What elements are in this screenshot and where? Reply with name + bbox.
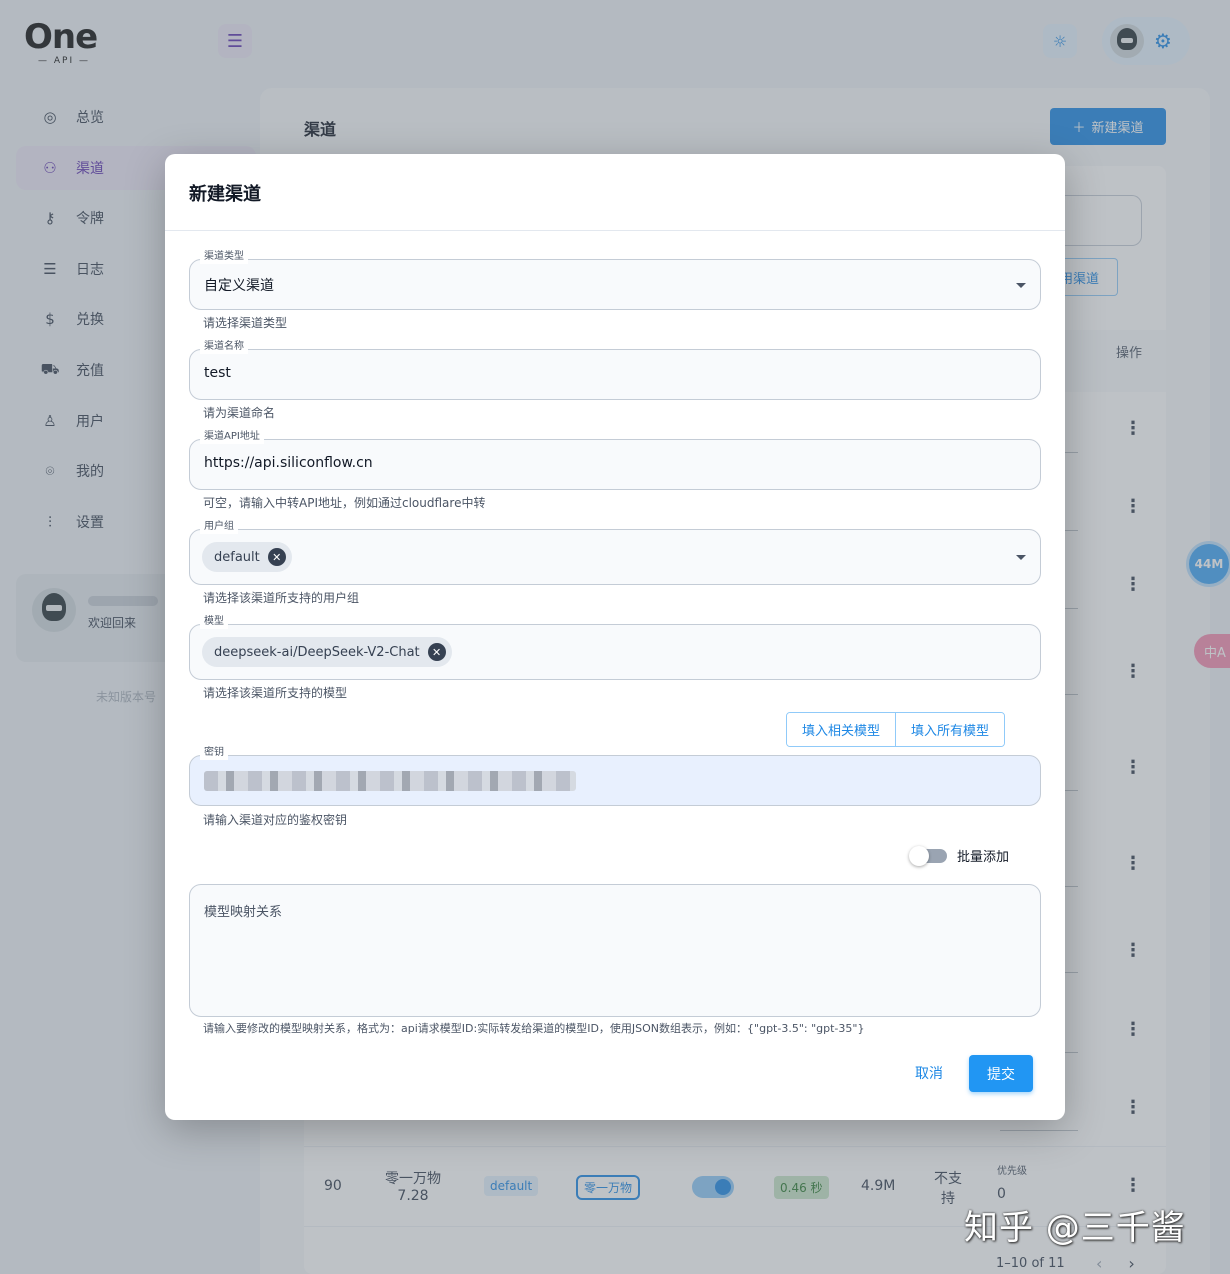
key-field[interactable]: 密钥 [189, 746, 1041, 806]
key-label: 密钥 [200, 746, 228, 760]
models-helper: 请选择该渠道所支持的模型 [203, 686, 348, 700]
api-base-label: 渠道API地址 [200, 430, 264, 444]
submit-button[interactable]: 提交 [969, 1055, 1033, 1092]
cancel-button[interactable]: 取消 [905, 1055, 953, 1091]
user-group-chip: default ✕ [202, 542, 292, 572]
model-chip: deepseek-ai/DeepSeek-V2-Chat ✕ [202, 637, 452, 667]
channel-type-helper: 请选择渠道类型 [203, 316, 288, 330]
model-mapping-textarea[interactable]: 模型映射关系 [189, 884, 1041, 1017]
remove-chip-icon[interactable]: ✕ [427, 643, 446, 661]
model-mapping-placeholder: 模型映射关系 [204, 905, 283, 920]
models-select[interactable]: 模型 deepseek-ai/DeepSeek-V2-Chat ✕ [189, 615, 1041, 680]
key-value-redacted [204, 771, 576, 791]
channel-type-label: 渠道类型 [200, 250, 248, 264]
api-base-field[interactable]: 渠道API地址 https://api.siliconflow.cn [189, 430, 1041, 490]
batch-add-toggle[interactable]: 批量添加 [909, 845, 1010, 866]
api-base-helper: 可空，请输入中转API地址，例如通过cloudflare中转 [203, 496, 486, 510]
channel-type-value: 自定义渠道 [204, 278, 274, 294]
watermark: 知乎 @三千酱 [964, 1208, 1186, 1248]
user-group-helper: 请选择该渠道所支持的用户组 [203, 591, 360, 605]
channel-name-value: test [204, 365, 231, 381]
model-mapping-helper: 请输入要修改的模型映射关系，格式为：api请求模型ID:实际转发给渠道的模型ID… [203, 1022, 865, 1035]
batch-add-label: 批量添加 [957, 850, 1010, 865]
remove-chip-icon[interactable]: ✕ [267, 548, 286, 566]
fill-related-models-button[interactable]: 填入相关模型 [787, 713, 896, 746]
api-base-value: https://api.siliconflow.cn [204, 455, 373, 471]
channel-name-helper: 请为渠道命名 [203, 406, 276, 420]
channel-type-select[interactable]: 渠道类型 自定义渠道 [189, 250, 1041, 310]
key-helper: 请输入渠道对应的鉴权密钥 [203, 813, 348, 827]
new-channel-dialog: 新建渠道 渠道类型 自定义渠道 请选择渠道类型 渠道名称 test 请为渠道命名… [165, 154, 1065, 1120]
models-label: 模型 [200, 615, 228, 629]
user-group-label: 用户组 [200, 520, 238, 534]
dropdown-arrow-icon [1016, 283, 1026, 288]
chip-label: deepseek-ai/DeepSeek-V2-Chat [214, 644, 420, 660]
user-group-select[interactable]: 用户组 default ✕ [189, 520, 1041, 585]
dialog-title: 新建渠道 [189, 184, 261, 205]
channel-name-field[interactable]: 渠道名称 test [189, 340, 1041, 400]
fill-all-models-button[interactable]: 填入所有模型 [895, 713, 1005, 746]
chip-label: default [214, 549, 260, 565]
channel-name-label: 渠道名称 [200, 340, 248, 354]
model-fill-button-group: 填入相关模型 填入所有模型 [786, 712, 1006, 747]
dialog-divider [165, 230, 1065, 231]
dropdown-arrow-icon [1016, 555, 1026, 560]
batch-add-switch[interactable] [909, 845, 947, 866]
